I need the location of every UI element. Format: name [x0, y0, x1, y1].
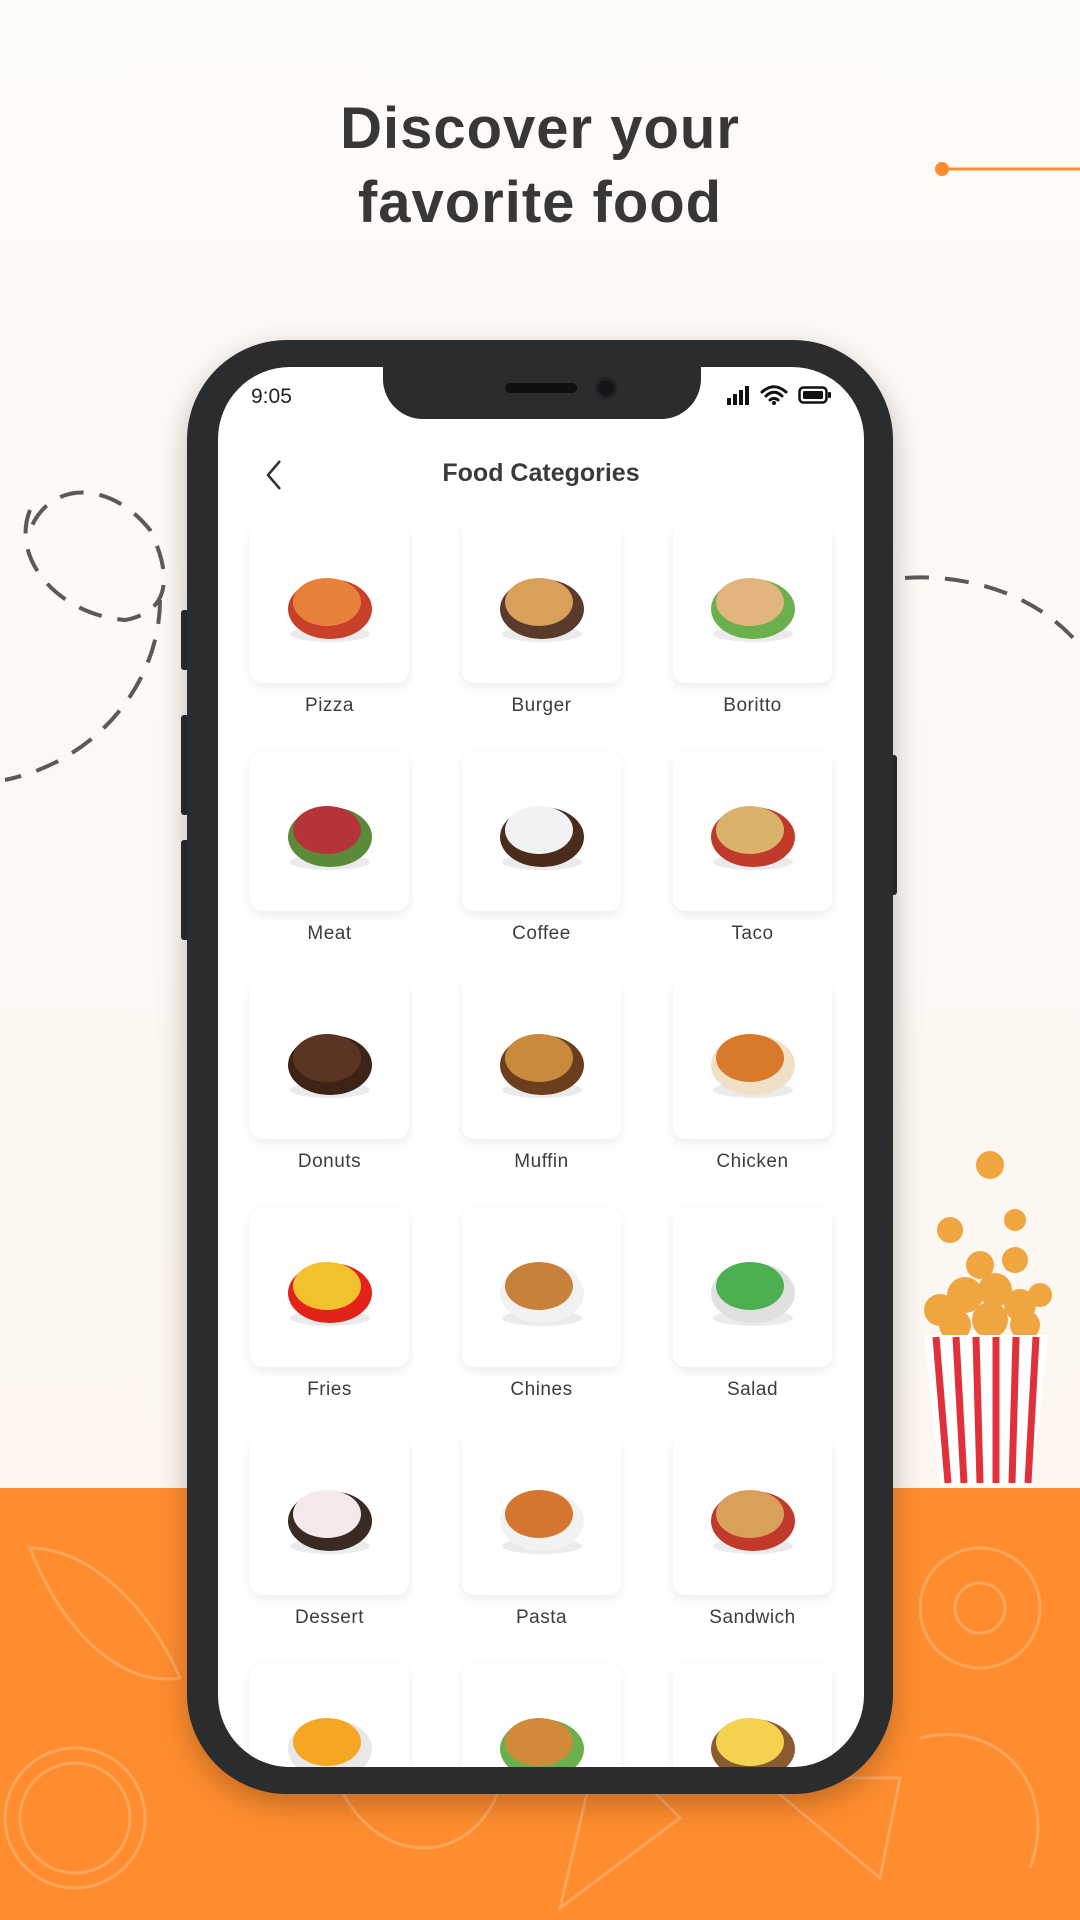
food-image — [499, 805, 584, 870]
wifi-icon — [760, 385, 788, 405]
category-label: Chicken — [716, 1151, 789, 1172]
food-image — [499, 1717, 584, 1767]
category-label: Muffin — [514, 1151, 569, 1172]
category-item[interactable]: Burger — [462, 524, 621, 717]
category-label: Pasta — [515, 1607, 568, 1628]
phone-notch — [383, 367, 701, 419]
status-icons — [726, 385, 832, 405]
category-card[interactable] — [462, 752, 621, 911]
category-card[interactable] — [250, 524, 409, 683]
category-item[interactable]: Salad — [673, 1208, 832, 1401]
category-label: Taco — [731, 923, 774, 944]
food-image — [287, 1033, 372, 1098]
popcorn-bucket-image — [924, 1151, 1052, 1485]
category-label: Salad — [726, 1379, 779, 1400]
category-item[interactable] — [462, 1664, 621, 1767]
food-image — [499, 1489, 584, 1554]
app-screen: 9:05 Food Categories Pizza Burger Boritto M… — [218, 367, 864, 1767]
category-label: Boritto — [723, 695, 782, 716]
category-card[interactable] — [462, 1208, 621, 1367]
phone-mockup: 9:05 Food Categories Pizza Burger Boritto M… — [187, 340, 893, 1794]
category-item[interactable]: Chicken — [673, 980, 832, 1173]
category-card[interactable] — [462, 1664, 621, 1767]
category-card[interactable] — [673, 752, 832, 911]
category-item[interactable]: Boritto — [673, 524, 832, 717]
food-image — [710, 1489, 795, 1554]
category-card[interactable] — [250, 752, 409, 911]
category-card[interactable] — [250, 1664, 409, 1767]
food-image — [499, 1261, 584, 1326]
food-image — [287, 805, 372, 870]
food-image — [499, 1033, 584, 1098]
category-card[interactable] — [673, 1436, 832, 1595]
category-label: Pizza — [305, 695, 354, 716]
category-item[interactable]: Muffin — [462, 980, 621, 1173]
category-card[interactable] — [462, 524, 621, 683]
status-time: 9:05 — [251, 385, 292, 408]
food-image — [287, 1489, 372, 1554]
category-item[interactable] — [250, 1664, 409, 1767]
food-image — [287, 577, 372, 642]
category-item[interactable]: Dessert — [250, 1436, 409, 1629]
category-label: Fries — [307, 1379, 352, 1400]
food-image — [710, 577, 795, 642]
category-label: Meat — [307, 923, 352, 944]
category-item[interactable]: Donuts — [250, 980, 409, 1173]
food-image — [287, 1717, 372, 1767]
signal-icon — [727, 386, 749, 405]
category-card[interactable] — [673, 524, 832, 683]
category-item[interactable]: Fries — [250, 1208, 409, 1401]
category-card[interactable] — [673, 1664, 832, 1767]
category-item[interactable]: Pizza — [250, 524, 409, 717]
category-item[interactable]: Pasta — [462, 1436, 621, 1629]
category-item[interactable] — [673, 1664, 832, 1767]
food-image — [287, 1261, 372, 1326]
category-card[interactable] — [462, 1436, 621, 1595]
headline: Discover your favorite food — [0, 92, 1080, 240]
category-card[interactable] — [673, 980, 832, 1139]
category-card[interactable] — [250, 1208, 409, 1367]
food-image — [710, 805, 795, 870]
category-label: Coffee — [512, 923, 571, 944]
speaker-grille — [505, 383, 577, 393]
category-item[interactable]: Chines — [462, 1208, 621, 1401]
food-image — [499, 577, 584, 642]
category-label: Donuts — [297, 1151, 362, 1172]
headline-line-1: Discover your — [340, 96, 740, 161]
food-image — [710, 1717, 795, 1767]
page-title: Food Categories — [442, 459, 640, 487]
category-item[interactable]: Sandwich — [673, 1436, 832, 1629]
category-item[interactable]: Meat — [250, 752, 409, 945]
category-card[interactable] — [673, 1208, 832, 1367]
food-image — [710, 1261, 795, 1326]
category-label: Chines — [510, 1379, 573, 1400]
category-card[interactable] — [250, 980, 409, 1139]
battery-icon — [798, 386, 831, 404]
headline-line-2: favorite food — [357, 170, 723, 235]
category-card[interactable] — [462, 980, 621, 1139]
food-image — [710, 1033, 795, 1098]
category-item[interactable]: Coffee — [462, 752, 621, 945]
category-item[interactable]: Taco — [673, 752, 832, 945]
camera-icon — [595, 377, 617, 399]
category-label: Dessert — [295, 1607, 364, 1628]
category-card[interactable] — [250, 1436, 409, 1595]
category-label: Burger — [511, 695, 572, 716]
category-label: Sandwich — [709, 1607, 796, 1628]
